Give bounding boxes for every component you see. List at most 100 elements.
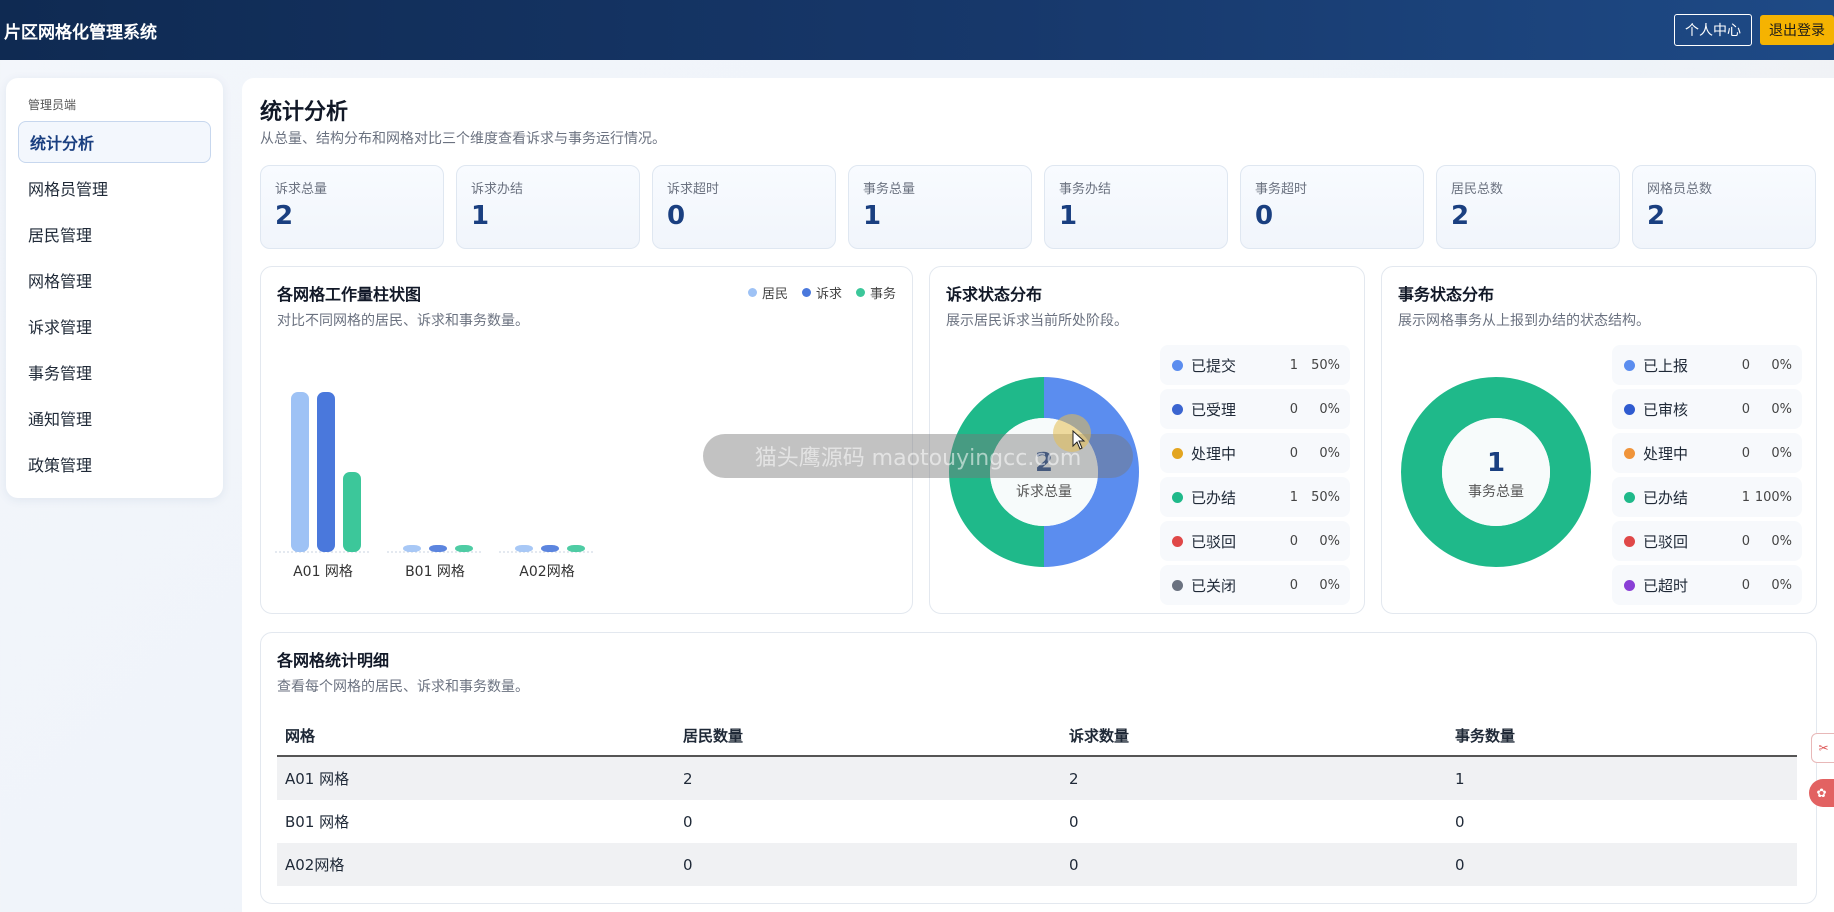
status-pct: 0% [1771, 577, 1792, 593]
status-pct: 0% [1319, 533, 1340, 549]
mouse-cursor-icon [1072, 430, 1086, 450]
status-dot [1624, 491, 1635, 503]
status-pct: 0% [1319, 577, 1340, 593]
stat-value: 2 [1451, 201, 1470, 231]
status-count: 0 [1741, 445, 1750, 461]
x-tick-label: A01 网格 [293, 564, 353, 580]
status-pct: 100% [1754, 489, 1792, 505]
column-header: 事务数量 [1447, 715, 1797, 757]
stat-value: 1 [863, 201, 882, 231]
table-row: A01 网格 2 2 1 [277, 756, 1797, 800]
sidebar-item-policies[interactable]: 政策管理 [18, 443, 211, 485]
status-row: 已上报 0 0% [1612, 345, 1802, 385]
sidebar-item-grids[interactable]: 网格管理 [18, 259, 211, 301]
stat-value: 0 [667, 201, 686, 231]
status-count: 0 [1289, 401, 1298, 417]
status-name: 已办结 [1191, 488, 1237, 507]
logout-button[interactable]: 退出登录 [1760, 15, 1834, 45]
affairs-donut-value: 1 [1486, 448, 1506, 478]
status-count: 0 [1289, 533, 1298, 549]
status-pct: 0% [1771, 401, 1792, 417]
status-row: 已驳回 0 0% [1612, 521, 1802, 561]
status-dot [1172, 579, 1183, 591]
status-name: 已受理 [1191, 400, 1237, 419]
status-row: 已办结 1 100% [1612, 477, 1802, 517]
profile-button[interactable]: 个人中心 [1674, 14, 1752, 46]
page-title: 统计分析 [260, 100, 349, 125]
bar [567, 545, 585, 552]
sidebar-item-notices[interactable]: 通知管理 [18, 397, 211, 439]
status-name: 处理中 [1643, 444, 1689, 463]
floating-assistant-icon[interactable]: ✿ [1809, 779, 1834, 807]
status-count: 0 [1741, 357, 1750, 373]
grid-detail-title: 各网格统计明细 [277, 651, 390, 670]
status-row: 已关闭 0 0% [1160, 565, 1350, 605]
floating-tool-icon[interactable]: ✂ [1811, 733, 1834, 763]
status-dot [1624, 579, 1635, 591]
status-name: 已驳回 [1643, 532, 1689, 551]
app-title: 片区网格化管理系统 [4, 22, 157, 43]
status-row: 已超时 0 0% [1612, 565, 1802, 605]
stat-label: 网格员总数 [1647, 182, 1713, 197]
column-header: 网格 [277, 715, 675, 757]
stat-label: 事务总量 [863, 182, 916, 197]
appeal-status-subtitle: 展示居民诉求当前所处阶段。 [946, 313, 1128, 329]
bar [541, 545, 559, 552]
status-row: 已办结 1 50% [1160, 477, 1350, 517]
stat-value: 2 [275, 201, 294, 231]
stat-label: 诉求超时 [667, 182, 720, 197]
status-dot [1172, 447, 1183, 459]
table-row: B01 网格 0 0 0 [277, 800, 1797, 843]
stat-card-appeals-done: 诉求办结 1 [456, 165, 640, 249]
status-name: 处理中 [1191, 444, 1237, 463]
table-cell: 0 [683, 812, 693, 831]
status-count: 0 [1741, 577, 1750, 593]
status-row: 已提交 1 50% [1160, 345, 1350, 385]
stat-value: 0 [1255, 201, 1274, 231]
status-pct: 0% [1319, 401, 1340, 417]
status-count: 0 [1289, 577, 1298, 593]
stat-label: 事务超时 [1255, 182, 1308, 197]
status-dot [1624, 403, 1635, 415]
sidebar-item-grid-staff[interactable]: 网格员管理 [18, 167, 211, 209]
sidebar-item-statistics[interactable]: 统计分析 [18, 121, 211, 163]
bar [515, 545, 533, 552]
table-cell: 2 [1061, 756, 1447, 800]
sidebar-item-residents[interactable]: 居民管理 [18, 213, 211, 255]
stat-label: 居民总数 [1451, 182, 1504, 197]
status-count: 1 [1289, 357, 1298, 373]
table-cell: A01 网格 [277, 756, 675, 800]
status-pct: 0% [1771, 533, 1792, 549]
x-tick-label: B01 网格 [405, 564, 465, 580]
status-dot [1624, 359, 1635, 371]
page-subtitle: 从总量、结构分布和网格对比三个维度查看诉求与事务运行情况。 [260, 131, 666, 147]
affairs-status-title: 事务状态分布 [1398, 285, 1495, 304]
stat-card-affairs-total: 事务总量 1 [848, 165, 1032, 249]
x-tick-label: A02网格 [519, 564, 574, 580]
status-name: 已驳回 [1191, 532, 1237, 551]
stat-card-residents-total: 居民总数 2 [1436, 165, 1620, 249]
stat-card-affairs-overdue: 事务超时 0 [1240, 165, 1424, 249]
stat-card-affairs-done: 事务办结 1 [1044, 165, 1228, 249]
bar [343, 472, 361, 552]
table-cell: 0 [1061, 843, 1447, 886]
status-dot [1172, 403, 1183, 415]
status-name: 已超时 [1643, 576, 1689, 595]
stat-card-grid-staff-total: 网格员总数 2 [1632, 165, 1816, 249]
sidebar-item-affairs[interactable]: 事务管理 [18, 351, 211, 393]
stat-card-appeals-overdue: 诉求超时 0 [652, 165, 836, 249]
column-header: 诉求数量 [1061, 715, 1447, 757]
status-pct: 50% [1311, 357, 1340, 373]
table-cell: A02网格 [277, 843, 675, 886]
bar [429, 545, 447, 552]
table-cell: 2 [675, 756, 1061, 800]
status-name: 已关闭 [1191, 576, 1237, 595]
affairs-status-list: 已上报 0 0% 已审核 0 0% 处理中 0 0% 已办结 1 100% 已驳回 0 0% 已超时… [1612, 345, 1802, 609]
status-pct: 50% [1311, 489, 1340, 505]
sidebar-item-appeals[interactable]: 诉求管理 [18, 305, 211, 347]
stat-label: 诉求总量 [275, 182, 328, 197]
table-header-row: 网格 居民数量 诉求数量 事务数量 [277, 715, 1797, 757]
stat-value: 1 [471, 201, 490, 231]
main-content: 统计分析 从总量、结构分布和网格对比三个维度查看诉求与事务运行情况。 诉求总量 … [242, 78, 1834, 912]
column-header: 居民数量 [675, 715, 1061, 757]
